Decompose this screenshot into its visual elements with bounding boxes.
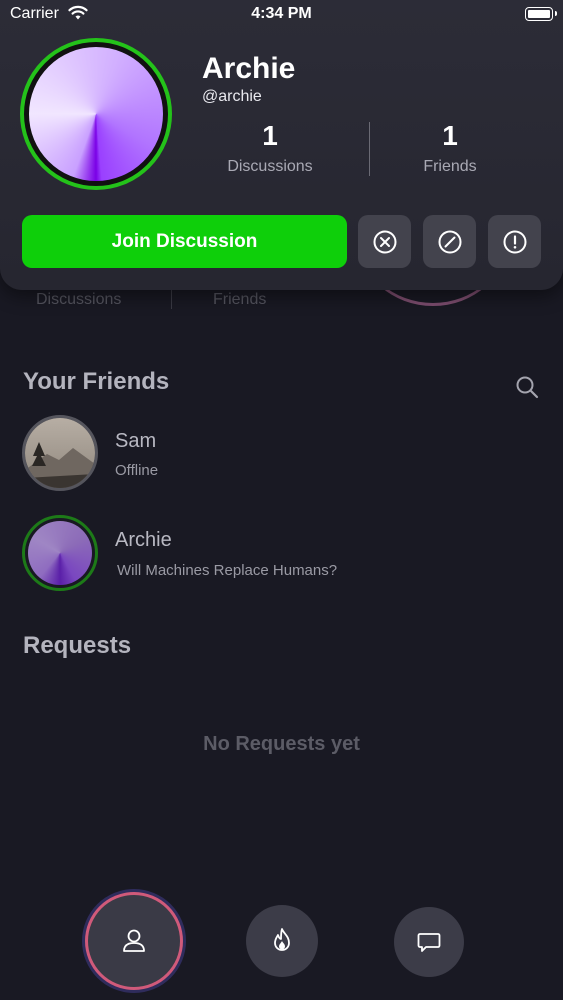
battery-icon: [525, 7, 553, 21]
friends-section-title: Your Friends: [23, 368, 170, 395]
exclamation-circle-icon: [503, 230, 526, 253]
background-friends-label: Friends: [213, 291, 267, 308]
close-circle-icon: [373, 230, 396, 253]
friend-name: Sam: [115, 430, 157, 452]
person-icon: [123, 929, 145, 952]
requests-section-title: Requests: [23, 632, 132, 659]
friend-status: Offline: [115, 462, 159, 479]
background-discussions-label: Discussions: [36, 291, 122, 308]
friends-count: 1: [442, 120, 458, 151]
friend-status: Will Machines Replace Humans?: [117, 562, 338, 579]
remove-friend-button[interactable]: [358, 215, 411, 268]
tab-trending[interactable]: [246, 905, 318, 977]
friend-avatar: [22, 515, 98, 591]
flame-icon: [274, 928, 290, 951]
chat-bubble-icon: [417, 933, 441, 952]
background-stats-divider: [171, 289, 172, 309]
profile-handle: @archie: [202, 88, 262, 105]
stats-divider: [369, 122, 370, 176]
block-button[interactable]: [423, 215, 476, 268]
friend-name: Archie: [115, 529, 172, 551]
block-icon: [438, 230, 461, 253]
friend-avatar-image: [28, 521, 92, 585]
profile-avatar-image: [29, 47, 163, 181]
friend-avatar: [22, 415, 98, 491]
profile-avatar: [20, 38, 172, 190]
no-requests-message: No Requests yet: [203, 733, 360, 755]
clock: 4:34 PM: [251, 5, 312, 22]
friends-label: Friends: [423, 158, 477, 175]
join-discussion-button[interactable]: Join Discussion: [22, 215, 347, 268]
tab-profile[interactable]: [88, 895, 180, 987]
discussions-label: Discussions: [227, 158, 313, 175]
profile-name: Archie: [202, 52, 296, 85]
status-bar: Carrier 4:34 PM: [0, 0, 563, 30]
search-icon[interactable]: [514, 374, 540, 400]
report-button[interactable]: [488, 215, 541, 268]
tab-messages[interactable]: [394, 907, 464, 977]
mountain-photo-thumbnail: [25, 418, 95, 488]
discussions-count: 1: [262, 120, 278, 151]
profile-card: Archie @archie 1 Discussions 1 Friends J…: [0, 0, 563, 290]
